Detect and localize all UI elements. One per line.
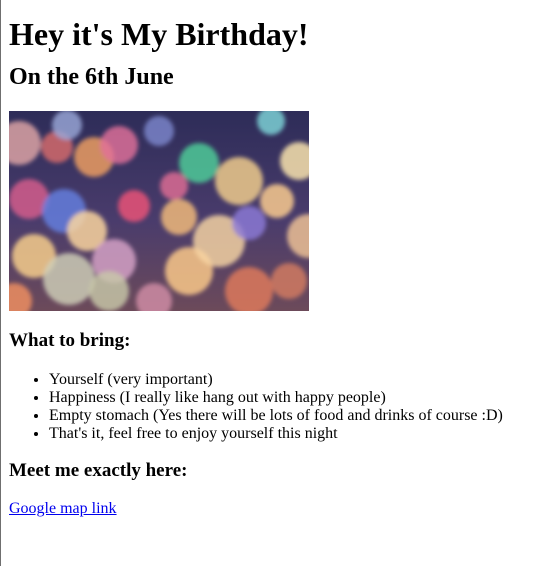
bokeh-light: [232, 206, 266, 240]
bokeh-lights-image: [9, 111, 309, 311]
bokeh-light: [118, 190, 150, 222]
date-subtitle: On the 6th June: [9, 64, 174, 90]
page: Hey it's My Birthday! On the 6th June Wh…: [1, 0, 549, 519]
bokeh-light: [100, 126, 138, 164]
bokeh-light: [43, 253, 95, 305]
google-map-link[interactable]: Google map link: [9, 500, 117, 517]
bokeh-light: [160, 172, 188, 200]
bokeh-light: [271, 263, 307, 299]
bokeh-light: [89, 271, 129, 311]
list-item: Yourself (very important): [49, 371, 541, 389]
map-link-paragraph: Google map link: [9, 499, 541, 519]
page-title: Hey it's My Birthday!: [9, 16, 309, 52]
bring-heading: What to bring:: [9, 330, 131, 351]
bokeh-light: [179, 143, 219, 183]
meet-heading: Meet me exactly here:: [9, 460, 188, 481]
bokeh-light: [52, 111, 82, 140]
list-item: That's it, feel free to enjoy yourself t…: [49, 425, 541, 443]
list-item: Empty stomach (Yes there will be lots of…: [49, 407, 541, 425]
bokeh-light: [144, 116, 174, 146]
bokeh-light: [215, 157, 263, 205]
bokeh-light: [161, 199, 197, 235]
bokeh-light: [260, 184, 294, 218]
bring-list: Yourself (very important) Happiness (I r…: [9, 371, 541, 443]
list-item: Happiness (I really like hang out with h…: [49, 389, 541, 407]
